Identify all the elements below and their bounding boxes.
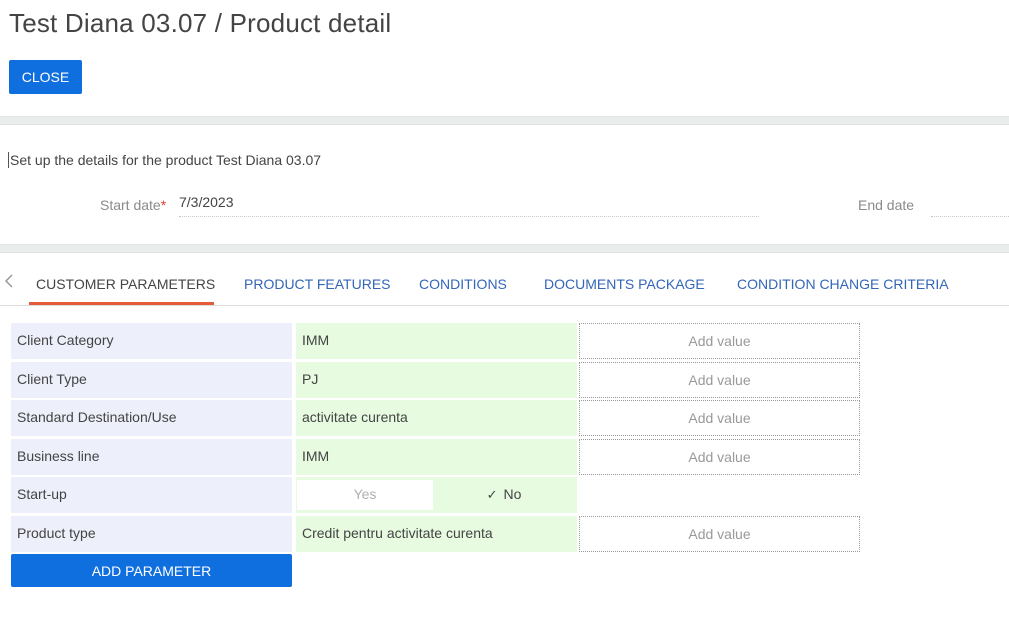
parameter-row: Client Category IMM Add value bbox=[11, 323, 861, 359]
parameter-value[interactable]: IMM bbox=[296, 439, 577, 475]
tab-documents-package[interactable]: DOCUMENTS PACKAGE bbox=[544, 276, 705, 292]
parameter-value[interactable]: Credit pentru activitate curenta bbox=[296, 516, 577, 552]
parameter-row: Start-up Yes ✓ No bbox=[11, 477, 861, 513]
required-mark: * bbox=[160, 197, 167, 213]
end-date-label: End date bbox=[858, 197, 915, 213]
start-date-field[interactable]: 7/3/2023 bbox=[179, 194, 759, 217]
parameter-name: Standard Destination/Use bbox=[11, 400, 292, 436]
details-subtitle: Set up the details for the product Test … bbox=[8, 152, 322, 168]
parameter-row: Business line IMM Add value bbox=[11, 439, 861, 475]
section-divider bbox=[0, 244, 1009, 253]
parameter-value[interactable]: IMM bbox=[296, 323, 577, 359]
parameter-name: Client Category bbox=[11, 323, 292, 359]
end-date-field[interactable] bbox=[931, 194, 1009, 217]
checkmark-icon: ✓ bbox=[486, 487, 498, 502]
toggle-yes-option[interactable]: Yes bbox=[297, 480, 433, 510]
tab-customer-parameters[interactable]: CUSTOMER PARAMETERS bbox=[36, 276, 215, 292]
yes-no-toggle: Yes ✓ No bbox=[296, 477, 577, 513]
tab-product-features[interactable]: PRODUCT FEATURES bbox=[244, 276, 391, 292]
add-value-button[interactable]: Add value bbox=[579, 400, 860, 436]
tab-conditions[interactable]: CONDITIONS bbox=[419, 276, 507, 292]
add-value-button[interactable]: Add value bbox=[579, 323, 860, 359]
active-tab-underline bbox=[29, 302, 214, 305]
parameter-name: Business line bbox=[11, 439, 292, 475]
add-value-button[interactable]: Add value bbox=[579, 439, 860, 475]
parameter-row: Product type Credit pentru activitate cu… bbox=[11, 516, 861, 552]
parameter-value[interactable]: PJ bbox=[296, 362, 577, 398]
section-divider bbox=[0, 116, 1009, 125]
chevron-left-icon[interactable] bbox=[4, 274, 14, 293]
start-date-label-text: Start date bbox=[100, 197, 161, 213]
toggle-no-label: No bbox=[503, 486, 522, 502]
parameter-row: Client Type PJ Add value bbox=[11, 362, 861, 398]
parameter-name: Product type bbox=[11, 516, 292, 552]
add-value-button[interactable]: Add value bbox=[579, 362, 860, 398]
toggle-no-option[interactable]: ✓ No bbox=[436, 480, 572, 510]
parameter-name: Client Type bbox=[11, 362, 292, 398]
parameter-row: Standard Destination/Use activitate cure… bbox=[11, 400, 861, 436]
parameter-name: Start-up bbox=[11, 477, 292, 513]
start-date-label: Start date* bbox=[100, 197, 166, 213]
close-button[interactable]: CLOSE bbox=[9, 60, 82, 94]
parameter-value[interactable]: activitate curenta bbox=[296, 400, 577, 436]
page-title: Test Diana 03.07 / Product detail bbox=[9, 8, 392, 38]
add-parameter-button[interactable]: ADD PARAMETER bbox=[11, 554, 292, 587]
tabs-bar: CUSTOMER PARAMETERS PRODUCT FEATURES CON… bbox=[0, 264, 1009, 306]
add-value-button[interactable]: Add value bbox=[579, 516, 860, 552]
tab-condition-change-criteria[interactable]: CONDITION CHANGE CRITERIA bbox=[737, 276, 949, 292]
